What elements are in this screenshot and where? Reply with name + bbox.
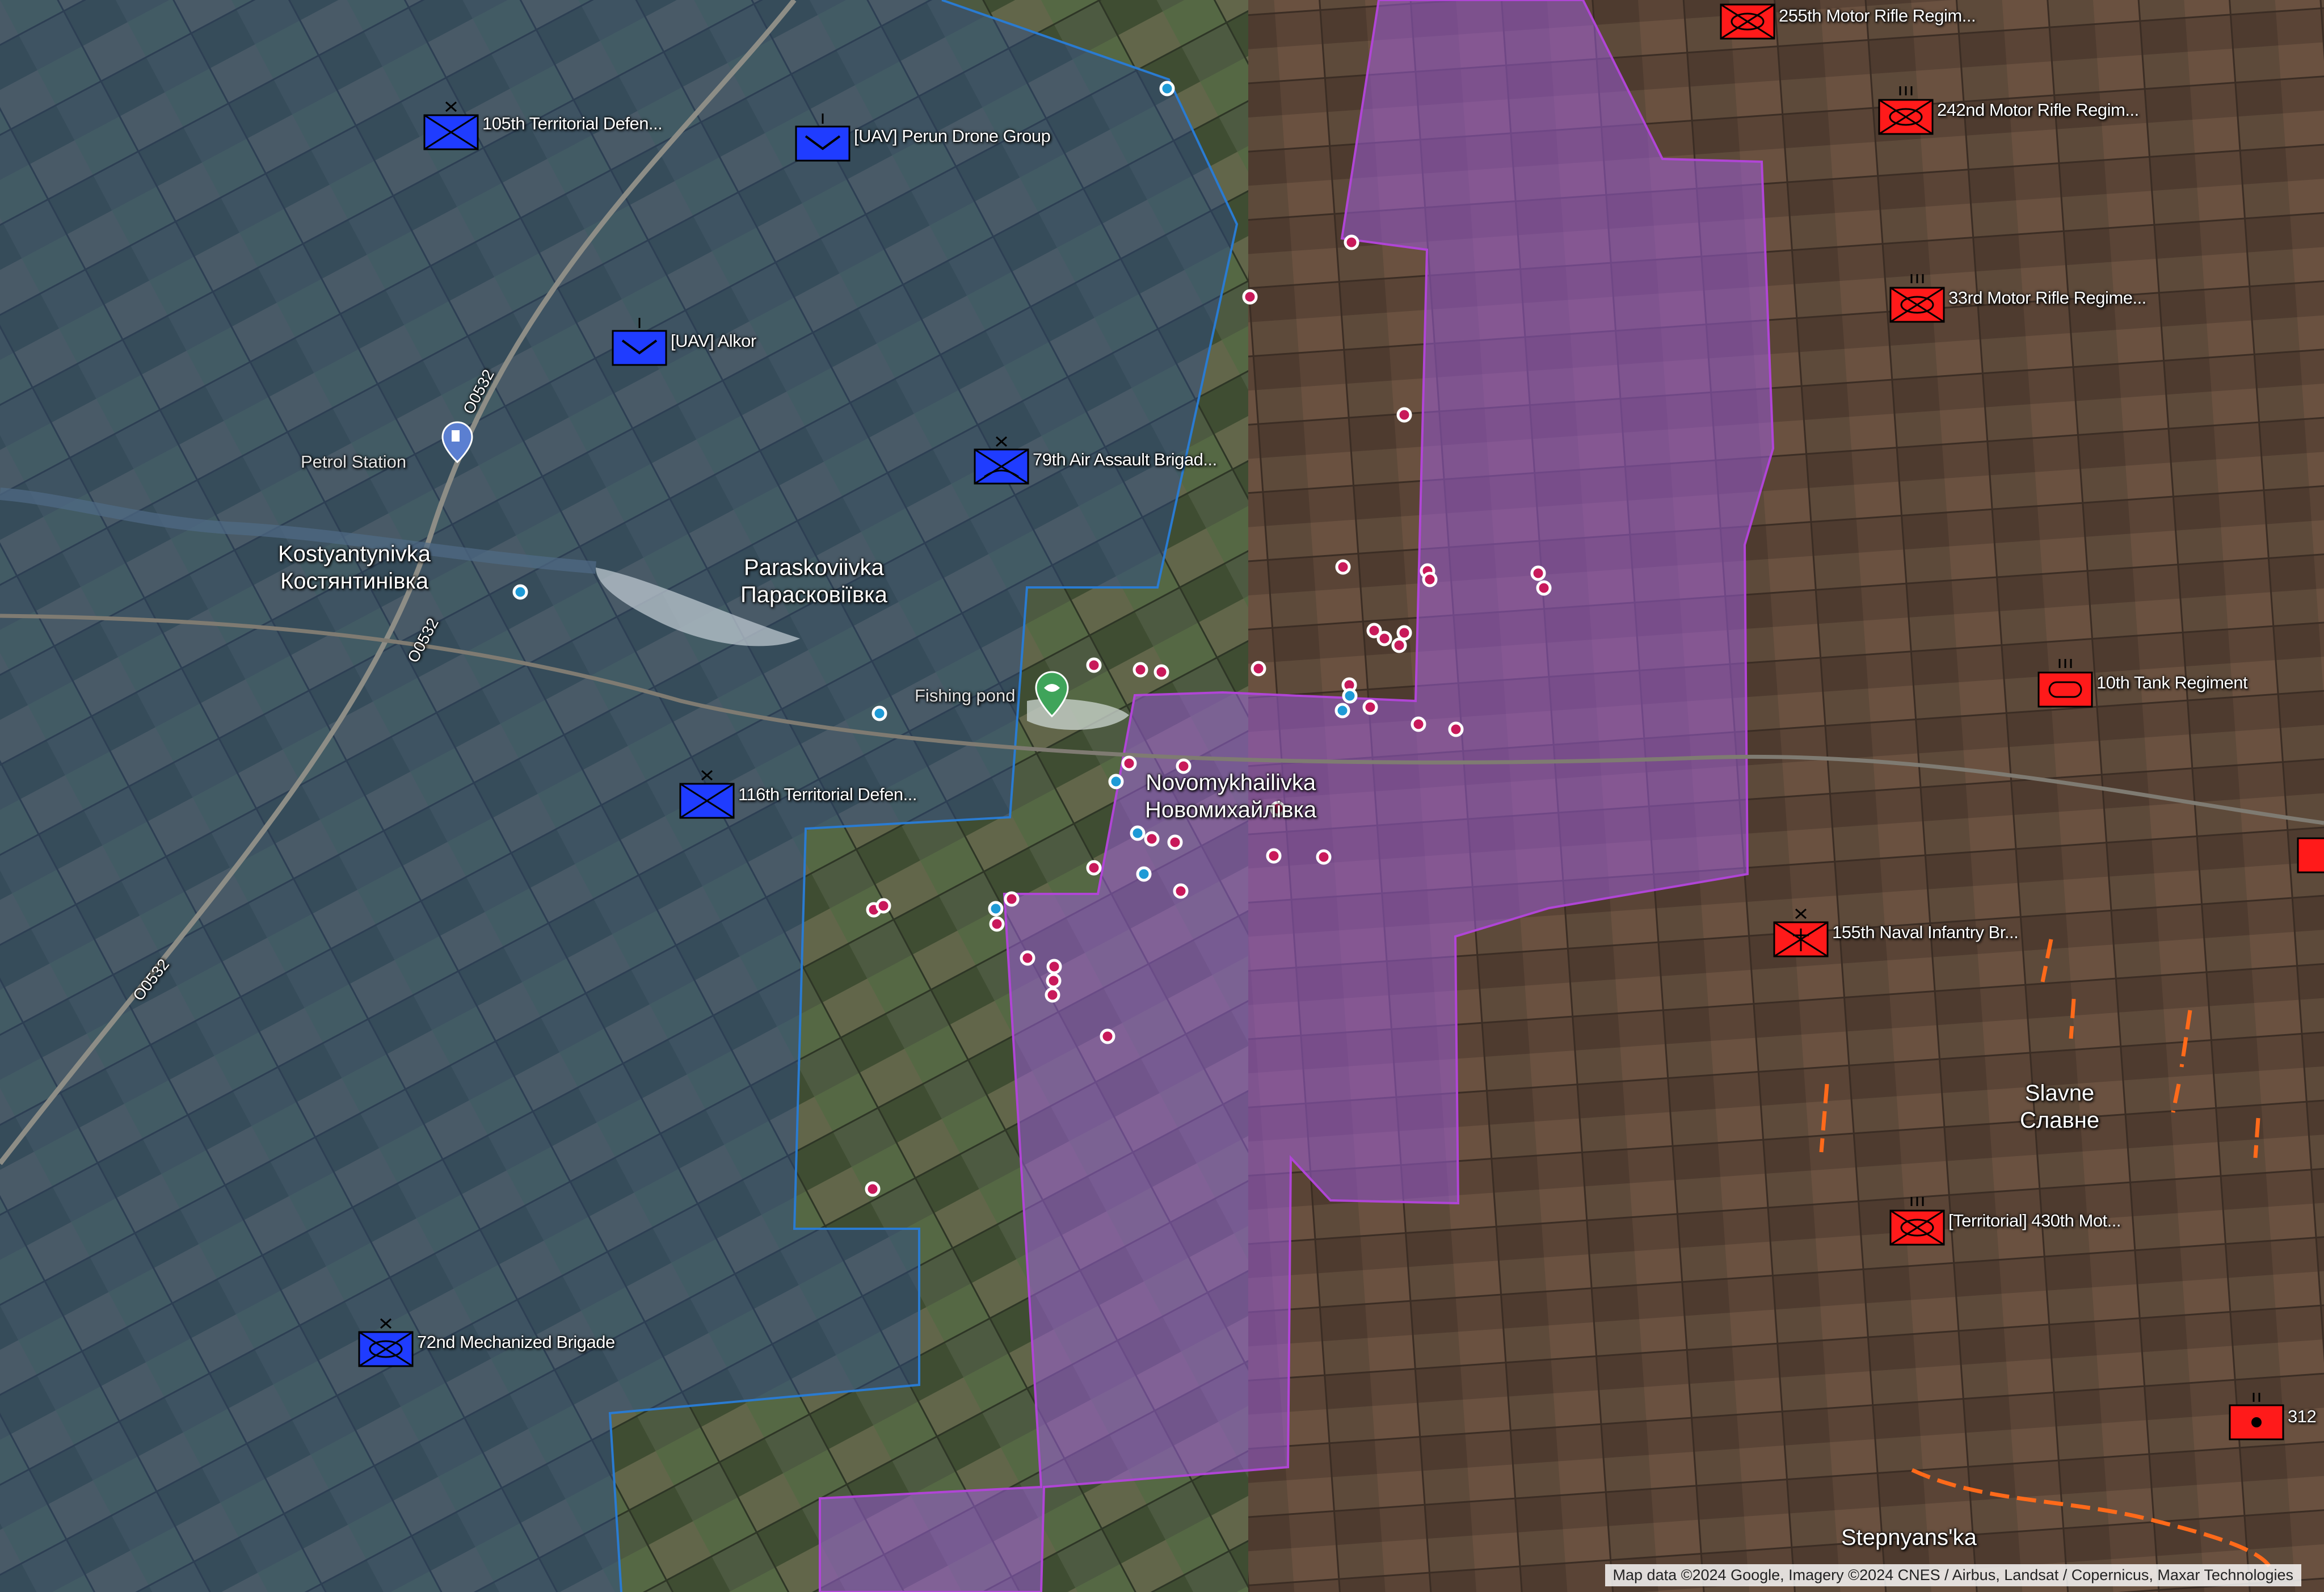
event-marker	[1173, 883, 1189, 899]
russia-unit-312-label: 312	[2288, 1406, 2317, 1426]
blue-marker	[988, 901, 1004, 917]
blue-marker	[1136, 866, 1152, 882]
ukraine-unit-79-label: 79th Air Assault Brigad...	[1033, 450, 1217, 469]
event-marker	[1411, 716, 1426, 732]
russia-unit-242-label: 242nd Motor Rifle Regim...	[1937, 100, 2139, 120]
event-marker	[1422, 572, 1438, 587]
event-marker	[1396, 625, 1412, 641]
event-marker	[1242, 289, 1258, 305]
event-marker	[989, 916, 1005, 932]
blue-marker	[1108, 774, 1124, 789]
event-marker	[1316, 849, 1332, 865]
fishing-pond-label[interactable]: Fishing pond	[915, 686, 1016, 706]
petrol-station-label[interactable]: Petrol Station	[301, 452, 406, 472]
blue-marker	[512, 584, 528, 600]
event-marker	[1045, 987, 1060, 1003]
ukraine-unit-alkor-label: [UAV] Alkor	[671, 331, 756, 351]
russia-unit-33-label: 33rd Motor Rifle Regime...	[1948, 288, 2146, 308]
blue-marker	[1342, 688, 1358, 704]
event-marker	[1100, 1028, 1115, 1044]
settlement-latin: Stepnyans'ka	[1841, 1525, 1977, 1550]
russia-unit-10-label: 10th Tank Regiment	[2096, 673, 2248, 692]
settlement-paraskoviivka[interactable]: Paraskoviivka Парасковіївка	[740, 554, 887, 608]
russia-unit-255-label: 255th Motor Rifle Regim...	[1779, 6, 1976, 26]
settlement-latin: Slavne	[2024, 1081, 2095, 1106]
event-marker	[1335, 559, 1351, 575]
ukraine-unit-72-label: 72nd Mechanized Brigade	[417, 1332, 615, 1352]
russia-unit-155-label: 155th Naval Infantry Br...	[1832, 922, 2019, 942]
settlement-kostyantynivka[interactable]: Kostyantynivka Костянтинівка	[278, 540, 431, 595]
event-marker	[1344, 234, 1359, 250]
event-marker	[1144, 831, 1160, 847]
event-marker	[1391, 637, 1407, 653]
event-marker	[1536, 580, 1552, 596]
event-marker	[1396, 407, 1412, 423]
event-marker	[1046, 973, 1062, 989]
settlement-latin: Paraskoviivka	[744, 555, 884, 580]
settlement-latin: Novomykhailivka	[1146, 770, 1316, 795]
event-marker	[1046, 959, 1062, 974]
russia-unit-edge-symbol[interactable]	[2297, 837, 2324, 873]
event-marker	[1153, 664, 1169, 680]
ukraine-unit-105-label: 105th Territorial Defen...	[482, 114, 663, 133]
event-marker	[1251, 661, 1266, 677]
event-marker	[1376, 631, 1392, 646]
map-attribution: Map data ©2024 Google, Imagery ©2024 CNE…	[1605, 1564, 2301, 1586]
event-marker	[1004, 891, 1020, 907]
russia-unit-430-label: [Territorial] 430th Mot...	[1948, 1211, 2121, 1230]
settlement-cyrillic: Костянтинівка	[280, 569, 429, 594]
blue-marker	[1130, 825, 1146, 841]
settlement-cyrillic: Новомихайлівка	[1145, 797, 1317, 822]
event-marker	[1530, 565, 1546, 581]
ukraine-unit-116-label: 116th Territorial Defen...	[738, 784, 917, 804]
event-marker	[1362, 699, 1378, 715]
settlement-novomykhailivka[interactable]: Novomykhailivka Новомихайлівка	[1145, 769, 1316, 824]
blue-marker	[1334, 703, 1350, 719]
event-marker	[1167, 834, 1183, 850]
settlement-latin: Kostyantynivka	[278, 541, 431, 566]
event-marker	[1132, 662, 1148, 678]
event-marker	[1121, 755, 1137, 771]
blue-marker	[1159, 81, 1175, 96]
russia-unit-255-symbol[interactable]	[1720, 3, 1775, 40]
settlement-cyrillic: Парасковіївка	[740, 582, 887, 607]
event-marker	[865, 1181, 881, 1197]
event-marker	[1448, 721, 1464, 737]
blue-marker	[872, 705, 887, 721]
settlement-slavne[interactable]: Slavne Славне	[2020, 1079, 2099, 1134]
settlement-cyrillic: Славне	[2020, 1108, 2100, 1133]
event-marker	[1020, 950, 1035, 966]
settlement-stepnyanska[interactable]: Stepnyans'ka	[1841, 1524, 1977, 1551]
event-marker	[1086, 657, 1102, 673]
event-marker	[875, 898, 891, 914]
ukraine-unit-perun-label: [UAV] Perun Drone Group	[854, 126, 1051, 146]
event-marker	[1266, 848, 1282, 864]
event-marker	[1086, 860, 1102, 876]
